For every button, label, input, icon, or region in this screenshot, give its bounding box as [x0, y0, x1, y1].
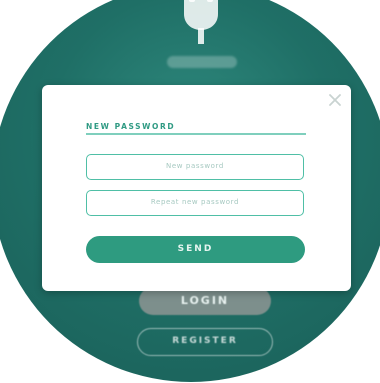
dialog-title: NEW PASSWORD	[86, 122, 176, 131]
repeat-password-input[interactable]: Repeat new password	[86, 190, 304, 216]
register-button[interactable]: REGISTER	[137, 328, 273, 356]
close-icon[interactable]	[328, 93, 342, 107]
screen: LOGIN REGISTER NEW PASSWORD New password…	[0, 0, 380, 383]
send-button[interactable]: SEND	[86, 236, 305, 263]
new-password-dialog: NEW PASSWORD New password Repeat new pas…	[42, 85, 351, 291]
plug-icon	[184, 0, 218, 44]
title-divider	[86, 133, 306, 135]
login-button[interactable]: LOGIN	[139, 287, 271, 315]
logo-text	[167, 56, 237, 68]
new-password-input[interactable]: New password	[86, 154, 304, 180]
